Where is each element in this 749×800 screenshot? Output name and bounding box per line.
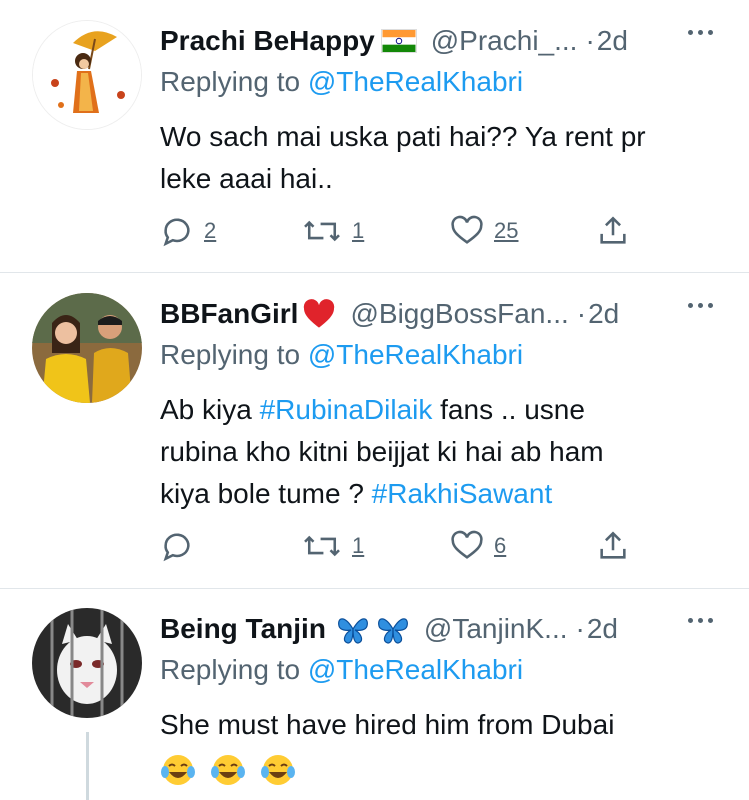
replying-label: Replying to [160,654,301,685]
replying-to: Replying to @TheRealKhabri [160,654,523,686]
tweet-text-line: kiya bole tume ? #RakhiSawant [160,473,720,515]
thread-connector-line [86,732,89,800]
more-options-icon[interactable] [688,30,713,35]
separator-dot: · [575,613,585,644]
tweet-header: Being Tanjin @TanjinK... · 2d [160,608,719,650]
tweet-actions: 1 6 [160,529,640,569]
retweet-count: 1 [352,218,365,243]
avatar-prachi[interactable] [32,20,142,130]
emoji-row [160,752,720,788]
india-flag-icon [380,29,417,53]
user-handle[interactable]: @BiggBossFan... [350,298,568,330]
tweet-text-line: leke aaai hai.. [160,163,333,194]
text-segment: fans .. usne [432,394,585,425]
timestamp[interactable]: 2d [597,25,628,57]
tweet-text: She must have hired him from Dubai [160,704,720,788]
tears-of-joy-emoji [211,755,245,785]
red-heart-icon [304,299,335,328]
separator-dot: · [576,298,587,329]
display-name[interactable]: Being Tanjin [160,613,326,645]
tweet-3[interactable]: Being Tanjin @TanjinK... · 2d Replying t… [0,608,749,800]
like-count: 6 [494,533,507,558]
reply-icon [163,533,190,562]
timestamp[interactable]: 2d [588,298,619,330]
avatar-illustration-girl-umbrella [33,21,141,129]
tweet-actions: 2 1 25 [160,214,640,254]
like-button[interactable]: 6 [450,529,506,563]
reply-mention-link[interactable]: @TheRealKhabri [308,654,523,685]
avatar-white-cat-cage [32,608,142,718]
text-segment: kiya bole tume ? [160,478,372,509]
reply-mention-link[interactable]: @TheRealKhabri [308,66,523,97]
avatar-photo-couple [32,293,142,403]
hashtag-link[interactable]: #RubinaDilaik [260,394,433,425]
avatar-tanjin[interactable] [32,608,142,718]
separator-dot: · [585,25,595,56]
tweet-text-line: rubina kho kitni beijjat ki hai ab ham [160,436,604,467]
reply-mention-link[interactable]: @TheRealKhabri [308,339,523,370]
tweet-text: Ab kiya #RubinaDilaik fans .. usne rubin… [160,389,720,515]
replying-to: Replying to @TheRealKhabri [160,66,523,98]
display-name[interactable]: Prachi BeHappy [160,25,375,57]
divider [0,588,749,589]
blue-butterfly-icon [337,618,408,644]
replying-label: Replying to [160,339,301,370]
tears-of-joy-emoji [161,755,195,785]
reply-count: 2 [204,218,217,243]
replying-label: Replying to [160,66,301,97]
display-name[interactable]: BBFanGirl [160,298,298,330]
share-icon [600,531,626,559]
share-button[interactable] [596,529,630,563]
tweet-text-line: Wo sach mai uska pati hai?? Ya rent pr [160,121,646,152]
replying-to: Replying to @TheRealKhabri [160,339,523,371]
like-button[interactable]: 25 [450,214,518,248]
user-handle[interactable]: @TanjinK... [424,613,568,645]
tweet-1[interactable]: Prachi BeHappy @Prachi_... · 2d Replying… [0,20,749,270]
reply-button[interactable]: 2 [160,214,216,248]
retweet-icon [304,535,340,557]
retweet-button[interactable]: 1 [302,214,364,248]
tweet-2[interactable]: BBFanGirl @BiggBossFan... · 2d Replying … [0,293,749,583]
tweet-header: Prachi BeHappy @Prachi_... · 2d [160,20,719,62]
more-options-icon[interactable] [688,618,713,623]
reply-icon [163,218,190,247]
retweet-button[interactable]: 1 [302,529,364,563]
divider [0,272,749,273]
tweet-text-line: Ab kiya #RubinaDilaik fans .. usne [160,389,720,431]
tweet-text: Wo sach mai uska pati hai?? Ya rent pr l… [160,116,720,200]
avatar-bbfangirl[interactable] [32,293,142,403]
hashtag-link[interactable]: #RakhiSawant [372,478,553,509]
like-count: 25 [494,218,519,243]
tears-of-joy-emoji [261,755,295,785]
tweet-header: BBFanGirl @BiggBossFan... · 2d [160,293,719,335]
heart-icon [451,215,483,244]
share-button[interactable] [596,214,630,248]
reply-button[interactable] [160,529,204,563]
retweet-count: 1 [352,533,365,558]
heart-icon [451,530,483,559]
share-icon [600,216,626,244]
timestamp[interactable]: 2d [587,613,618,645]
more-options-icon[interactable] [688,303,713,308]
user-handle[interactable]: @Prachi_... [431,25,578,57]
text-segment: Ab kiya [160,394,260,425]
retweet-icon [304,220,340,242]
tweet-text-line: She must have hired him from Dubai [160,709,615,740]
